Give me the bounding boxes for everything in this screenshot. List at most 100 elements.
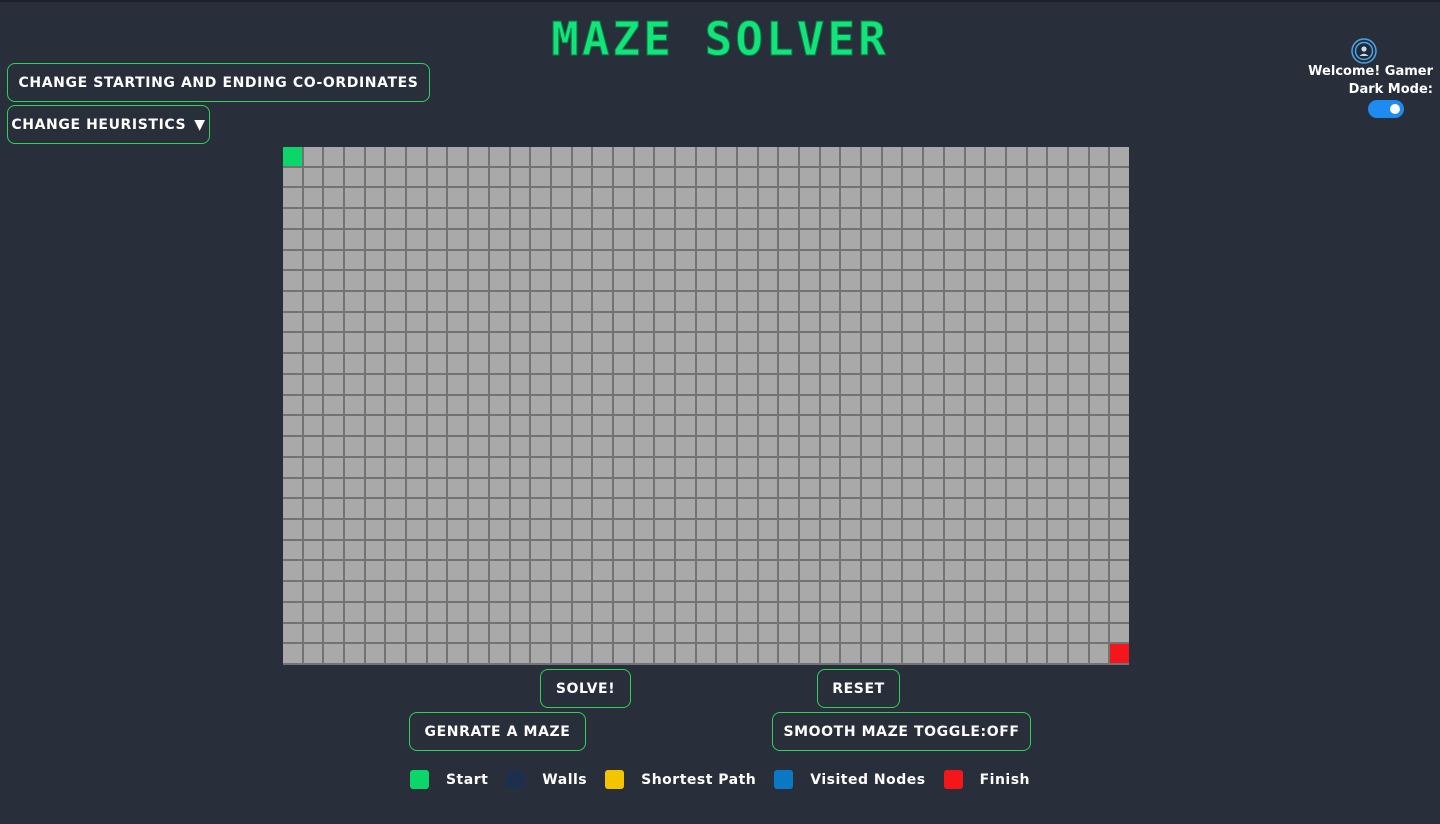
grid-cell[interactable] <box>738 437 757 456</box>
grid-cell[interactable] <box>593 209 612 228</box>
grid-cell[interactable] <box>283 416 302 436</box>
grid-cell[interactable] <box>634 540 654 560</box>
grid-cell[interactable] <box>1027 271 1047 291</box>
grid-cell[interactable] <box>613 602 633 622</box>
grid-cell[interactable] <box>1089 167 1109 187</box>
grid-cell[interactable] <box>655 374 674 394</box>
grid-cell[interactable] <box>986 167 1005 187</box>
grid-cell[interactable] <box>365 582 385 601</box>
grid-cell[interactable] <box>944 333 964 353</box>
grid-cell[interactable] <box>303 561 323 581</box>
grid-cell[interactable] <box>365 519 385 539</box>
grid-cell[interactable] <box>779 395 799 415</box>
grid-cell[interactable] <box>800 292 819 311</box>
grid-cell[interactable] <box>1006 582 1026 601</box>
grid-cell[interactable] <box>572 374 592 394</box>
start-cell[interactable] <box>283 147 302 166</box>
grid-cell[interactable] <box>655 582 674 601</box>
grid-cell[interactable] <box>1068 437 1088 456</box>
grid-cell[interactable] <box>1068 147 1088 166</box>
grid-cell[interactable] <box>944 519 964 539</box>
grid-cell[interactable] <box>489 250 509 270</box>
grid-cell[interactable] <box>634 147 654 166</box>
grid-cell[interactable] <box>820 623 840 643</box>
grid-cell[interactable] <box>1027 499 1047 518</box>
grid-cell[interactable] <box>427 644 447 663</box>
grid-cell[interactable] <box>1048 457 1067 477</box>
grid-cell[interactable] <box>986 602 1005 622</box>
grid-cell[interactable] <box>531 416 550 436</box>
grid-cell[interactable] <box>324 167 344 187</box>
grid-cell[interactable] <box>303 374 323 394</box>
grid-cell[interactable] <box>1048 292 1067 311</box>
grid-cell[interactable] <box>820 457 840 477</box>
grid-cell[interactable] <box>551 271 571 291</box>
grid-cell[interactable] <box>1048 354 1067 373</box>
grid-cell[interactable] <box>675 333 695 353</box>
grid-cell[interactable] <box>655 167 674 187</box>
grid-cell[interactable] <box>283 354 302 373</box>
grid-cell[interactable] <box>593 229 612 249</box>
grid-cell[interactable] <box>717 188 737 208</box>
grid-cell[interactable] <box>634 188 654 208</box>
grid-cell[interactable] <box>510 250 530 270</box>
grid-cell[interactable] <box>1110 437 1129 456</box>
grid-cell[interactable] <box>758 333 778 353</box>
grid-cell[interactable] <box>551 540 571 560</box>
grid-cell[interactable] <box>572 623 592 643</box>
grid-cell[interactable] <box>283 561 302 581</box>
grid-cell[interactable] <box>365 167 385 187</box>
grid-cell[interactable] <box>283 292 302 311</box>
grid-cell[interactable] <box>1068 519 1088 539</box>
grid-cell[interactable] <box>841 478 861 498</box>
grid-cell[interactable] <box>1068 374 1088 394</box>
grid-cell[interactable] <box>655 250 674 270</box>
grid-cell[interactable] <box>489 292 509 311</box>
grid-cell[interactable] <box>841 540 861 560</box>
change-heuristics-dropdown[interactable]: CHANGE HEURISTICS ▼ <box>7 105 210 144</box>
grid-cell[interactable] <box>593 374 612 394</box>
grid-cell[interactable] <box>1048 540 1067 560</box>
grid-cell[interactable] <box>469 478 488 498</box>
grid-cell[interactable] <box>862 478 881 498</box>
grid-cell[interactable] <box>965 416 985 436</box>
grid-cell[interactable] <box>800 437 819 456</box>
grid-cell[interactable] <box>675 147 695 166</box>
grid-cell[interactable] <box>572 354 592 373</box>
grid-cell[interactable] <box>738 333 757 353</box>
grid-cell[interactable] <box>800 644 819 663</box>
grid-cell[interactable] <box>324 561 344 581</box>
grid-cell[interactable] <box>696 499 716 518</box>
grid-cell[interactable] <box>510 188 530 208</box>
grid-cell[interactable] <box>407 188 426 208</box>
grid-cell[interactable] <box>820 229 840 249</box>
grid-cell[interactable] <box>924 147 943 166</box>
grid-cell[interactable] <box>427 333 447 353</box>
grid-cell[interactable] <box>800 374 819 394</box>
grid-cell[interactable] <box>572 582 592 601</box>
grid-cell[interactable] <box>345 623 364 643</box>
grid-cell[interactable] <box>696 250 716 270</box>
grid-cell[interactable] <box>655 209 674 228</box>
grid-cell[interactable] <box>386 519 406 539</box>
grid-cell[interactable] <box>696 478 716 498</box>
grid-cell[interactable] <box>758 437 778 456</box>
grid-cell[interactable] <box>758 354 778 373</box>
grid-cell[interactable] <box>324 437 344 456</box>
grid-cell[interactable] <box>489 582 509 601</box>
grid-cell[interactable] <box>675 209 695 228</box>
grid-cell[interactable] <box>303 437 323 456</box>
grid-cell[interactable] <box>924 478 943 498</box>
grid-cell[interactable] <box>965 437 985 456</box>
grid-cell[interactable] <box>924 250 943 270</box>
grid-cell[interactable] <box>510 354 530 373</box>
grid-cell[interactable] <box>407 416 426 436</box>
grid-cell[interactable] <box>882 292 902 311</box>
grid-cell[interactable] <box>675 271 695 291</box>
grid-cell[interactable] <box>675 457 695 477</box>
grid-cell[interactable] <box>386 437 406 456</box>
grid-cell[interactable] <box>1068 499 1088 518</box>
grid-cell[interactable] <box>365 478 385 498</box>
grid-cell[interactable] <box>1089 354 1109 373</box>
grid-cell[interactable] <box>738 312 757 332</box>
